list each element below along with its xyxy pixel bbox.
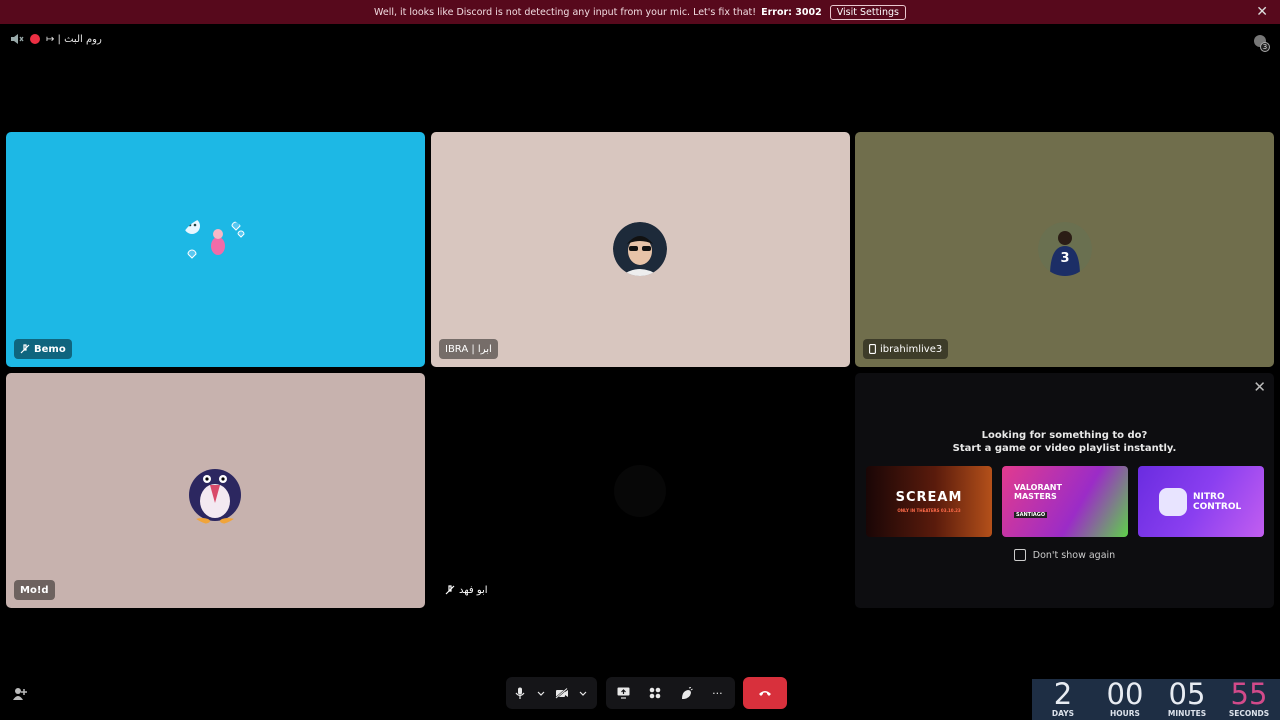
mic-options-button[interactable] [534,679,548,707]
minutes-value: 05 [1168,677,1206,711]
card-title: NITRO CONTROL [1193,491,1242,512]
card-title: VALORANT MASTERS [1014,483,1062,501]
participant-tile[interactable]: 3 ibrahimlive3 [855,132,1274,367]
activity-count-badge: 3 [1260,42,1270,52]
countdown-widget: 2 DAYS 00 HOURS 05 MINUTES 55 SECONDS [1032,679,1280,720]
card-subtitle: SANTIAGO [1014,512,1048,518]
mic-error-banner: Well, it looks like Discord is not detec… [0,0,1280,24]
mic-muted-icon [445,585,455,595]
participant-name-tag: IBRA | ابرا [439,339,498,359]
participant-name-tag: Bemo [14,339,72,359]
activities-button[interactable] [641,679,669,707]
close-banner-icon[interactable]: ✕ [1256,4,1268,20]
card-subtitle: ONLY IN THEATERS 03.10.23 [897,508,961,513]
speaker-muted-icon[interactable] [10,33,24,45]
participant-name-tag: ibrahimlive3 [863,339,949,359]
channel-name: روم البث | ↦ [46,33,102,45]
hours-label: HOURS [1110,709,1140,718]
camera-button[interactable] [548,679,576,707]
activity-suggestion-panel: ✕ Looking for something to do? Start a g… [855,373,1274,608]
voice-channel-header: روم البث | ↦ [10,33,102,45]
countdown-days: 2 DAYS [1032,679,1094,720]
countdown-minutes: 05 MINUTES [1156,679,1218,720]
seconds-value: 55 [1230,677,1268,711]
activity-controls: ··· [606,677,735,709]
share-screen-button[interactable] [610,679,638,707]
minutes-label: MINUTES [1167,709,1207,718]
days-value: 2 [1053,677,1073,711]
participant-tile[interactable]: IBRA | ابرا [431,132,850,367]
activity-card-valorant[interactable]: VALORANT MASTERS SANTIAGO [1002,466,1128,537]
countdown-seconds: 55 SECONDS [1218,679,1280,720]
chevron-down-icon [537,691,545,696]
soundboard-button[interactable] [672,679,700,707]
activity-card-scream[interactable]: SCREAM ONLY IN THEATERS 03.10.23 [866,466,992,537]
participant-name: Bemo [34,343,66,355]
hang-up-icon [759,691,771,696]
dont-show-label: Don't show again [1032,549,1116,561]
dont-show-again[interactable]: Don't show again [855,549,1274,561]
seconds-label: SECONDS [1228,709,1270,718]
participant-avatar [613,222,667,276]
participant-tile[interactable]: Mo!d [6,373,425,608]
panel-heading: Looking for something to do? [981,430,1148,441]
participant-name-tag: Mo!d [14,580,55,600]
countdown-hours: 00 HOURS [1094,679,1156,720]
close-panel-icon[interactable]: ✕ [1253,378,1266,396]
soundboard-icon [681,686,693,699]
participant-name: IBRA | ابرا [445,343,492,355]
camera-off-icon [555,687,568,699]
error-code: Error: 3002 [761,6,822,18]
mobile-icon [869,344,876,354]
mic-muted-icon [20,344,30,354]
participant-name: ibrahimlive3 [880,343,943,355]
participant-tile[interactable]: Bemo [6,132,425,367]
activity-card-nitro-control[interactable]: NITRO CONTROL [1138,466,1264,537]
audio-video-controls [506,677,597,709]
participant-avatar: 3 [1038,222,1092,276]
hours-value: 00 [1106,677,1144,711]
svg-text:3: 3 [1060,251,1069,266]
share-screen-icon [617,687,630,699]
mic-button[interactable] [506,679,534,707]
participant-avatar [184,218,245,259]
card-title: SCREAM [895,490,963,505]
chevron-down-icon [579,691,587,696]
microphone-icon [515,687,525,699]
activities-icon [649,687,661,699]
participant-name-tag: ابو فهد [439,580,494,600]
participant-tile[interactable]: ابو فهد [431,373,850,608]
controller-icon [1159,487,1187,516]
dont-show-checkbox[interactable] [1013,549,1026,561]
live-indicator [30,34,40,44]
more-options-button[interactable]: ··· [703,679,731,707]
days-label: DAYS [1051,709,1075,718]
participant-name: Mo!d [20,584,49,596]
banner-message: Well, it looks like Discord is not detec… [374,6,757,18]
panel-subheading: Start a game or video playlist instantly… [952,443,1177,454]
disconnect-button[interactable] [743,677,787,709]
activity-icon[interactable]: 3 [1252,34,1270,52]
participant-avatar [189,469,241,524]
participant-name: ابو فهد [459,584,488,596]
camera-options-button[interactable] [576,679,590,707]
add-person-icon[interactable] [12,686,28,702]
participant-avatar [614,465,666,517]
visit-settings-button[interactable]: Visit Settings [829,4,906,20]
